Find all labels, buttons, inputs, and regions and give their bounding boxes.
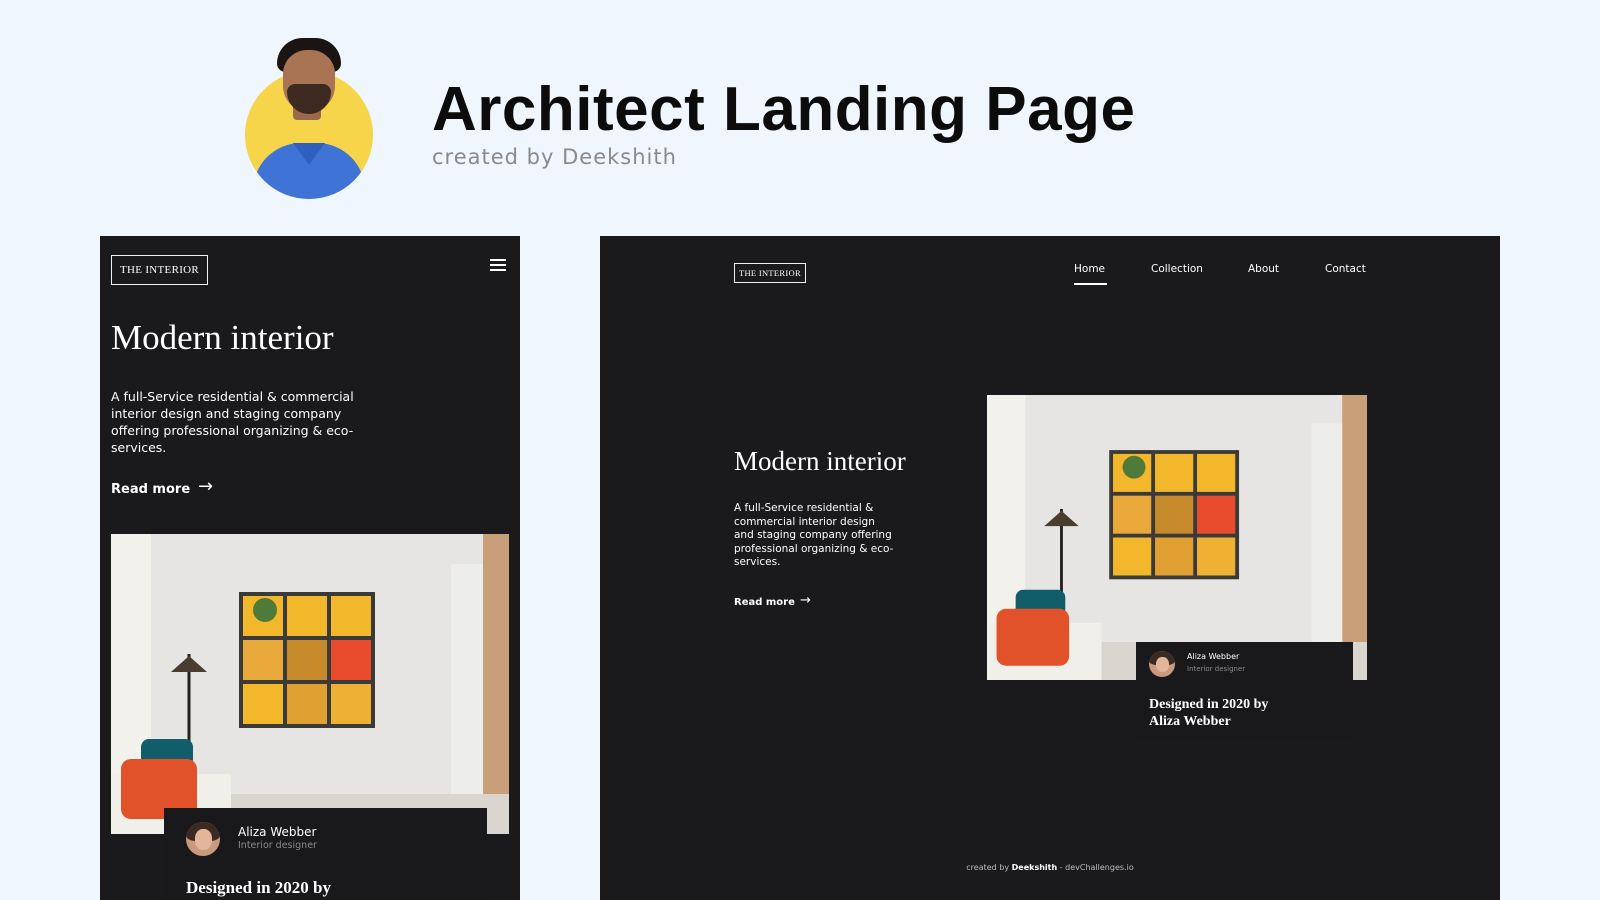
footer-author[interactable]: Deekshith — [1012, 863, 1058, 872]
hero-description: A full-Service residential & commercial … — [111, 389, 354, 455]
hero-description: A full-Service residential & commercial … — [734, 502, 894, 569]
footer-credit: created by Deekshith - devChallenges.io — [600, 863, 1500, 872]
hero-title: Modern interior — [734, 446, 906, 476]
designer-card-title: Designed in 2020 by Aliza Webber — [1149, 697, 1269, 729]
mobile-preview: THE INTERIOR Modern interior A full-Serv… — [100, 236, 520, 900]
author-beard — [287, 84, 331, 114]
page-subtitle: created by Deekshith — [432, 145, 677, 169]
designer-avatar — [186, 822, 220, 856]
interior-photo — [987, 395, 1367, 680]
nav-contact[interactable]: Contact — [1325, 263, 1366, 275]
author-head — [277, 38, 341, 118]
designer-card: Aliza Webber Interior designer Designed … — [164, 808, 487, 900]
read-more-link[interactable]: Read more — [111, 482, 190, 497]
arrow-right-icon[interactable]: → — [800, 593, 811, 608]
hamburger-menu-icon[interactable] — [490, 259, 506, 271]
designer-name: Aliza Webber — [1187, 652, 1240, 661]
designer-role: Interior designer — [1187, 665, 1246, 673]
arrow-right-icon[interactable]: → — [198, 476, 213, 497]
designer-name: Aliza Webber — [238, 825, 317, 839]
nav-active-underline — [1074, 283, 1107, 285]
designer-card-title: Designed in 2020 by — [186, 878, 331, 897]
designer-avatar — [1149, 651, 1175, 677]
interior-photo — [111, 534, 509, 834]
footer-prefix: created by — [966, 863, 1010, 872]
nav-about[interactable]: About — [1248, 263, 1279, 275]
site-logo[interactable]: THE INTERIOR — [734, 263, 806, 283]
author-avatar — [243, 38, 376, 199]
desktop-preview: THE INTERIOR Home Collection About Conta… — [600, 236, 1500, 900]
footer-suffix[interactable]: - devChallenges.io — [1060, 863, 1134, 872]
hero-title: Modern interior — [111, 318, 334, 357]
site-logo[interactable]: THE INTERIOR — [111, 255, 209, 285]
nav-home[interactable]: Home — [1074, 263, 1105, 275]
designer-card: Aliza Webber Interior designer Designed … — [1136, 642, 1353, 742]
read-more-link[interactable]: Read more — [734, 597, 795, 608]
nav-collection[interactable]: Collection — [1151, 263, 1203, 275]
page-title: Architect Landing Page — [432, 75, 1136, 144]
designer-role: Interior designer — [238, 840, 317, 851]
